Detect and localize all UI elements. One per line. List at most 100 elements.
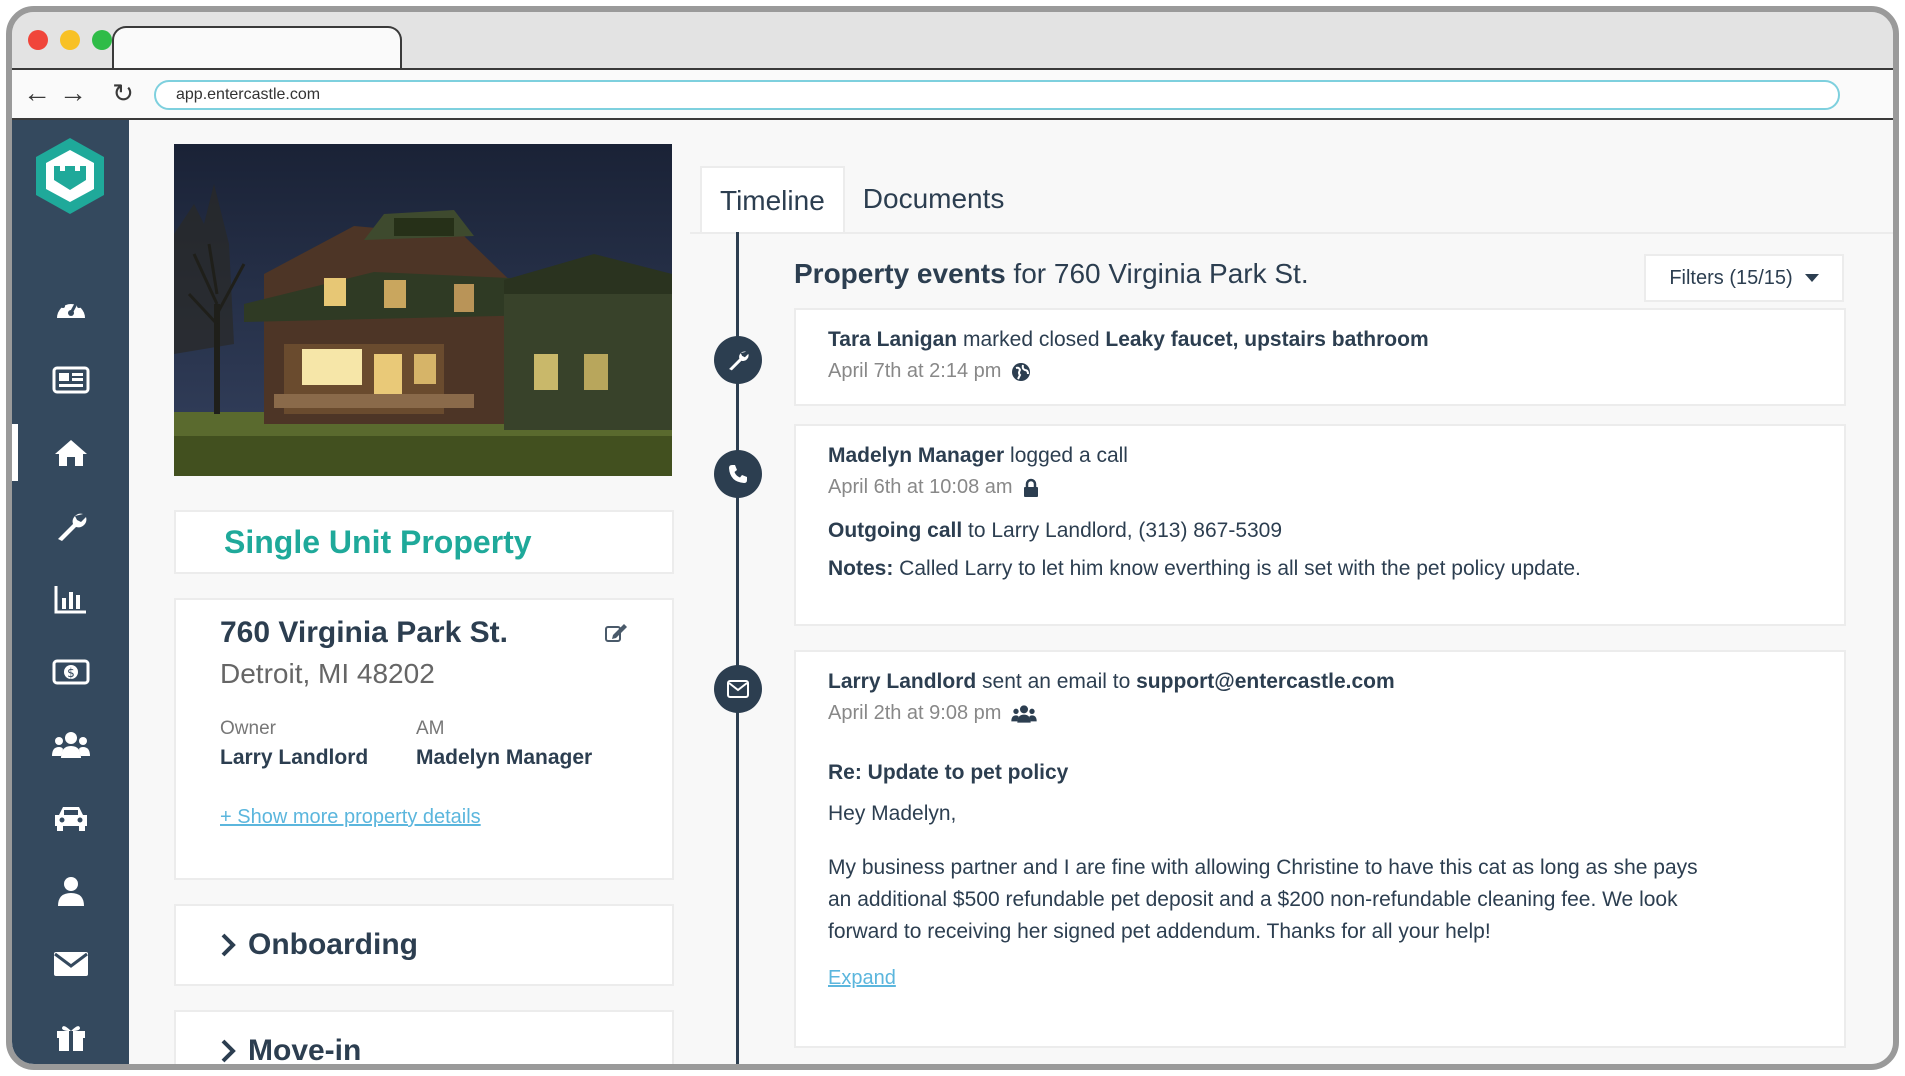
browser-toolbar: ← → ↻ app.entercastle.com <box>12 68 1893 120</box>
timeline-marker-maintenance <box>714 336 762 384</box>
lock-icon <box>1023 478 1038 497</box>
event-action: sent an email to <box>976 670 1137 693</box>
people-icon <box>1011 704 1038 723</box>
email-body-line: forward to receiving her signed pet adde… <box>828 920 1491 943</box>
notes-text: Called Larry to let him know everthing i… <box>893 557 1581 580</box>
owner-label: Owner <box>220 718 276 739</box>
sidebar-item-referrals[interactable] <box>12 1000 129 1064</box>
car-icon <box>54 806 87 831</box>
section-title: Onboarding <box>248 928 418 961</box>
caret-down-icon <box>1804 274 1819 282</box>
money-icon: $ <box>52 659 89 684</box>
reload-icon[interactable]: ↻ <box>108 78 138 108</box>
maximize-window-button[interactable] <box>92 30 112 50</box>
sidebar-item-reports[interactable] <box>12 562 129 635</box>
content-tabs: Timeline Documents <box>700 166 1022 232</box>
phone-icon <box>729 465 747 483</box>
email-subject-text: Re: Update to pet policy <box>828 761 1069 784</box>
call-recipient: to Larry Landlord, (313) 867-5309 <box>962 519 1283 542</box>
filters-dropdown[interactable]: Filters (15/15) <box>1644 254 1844 302</box>
event-meta: April 6th at 10:08 am <box>828 476 1812 499</box>
event-action: logged a call <box>1004 444 1128 467</box>
call-notes: Notes: Called Larry to let him know ever… <box>828 557 1812 581</box>
event-time: April 7th at 2:14 pm <box>828 360 1002 382</box>
owner-block: Owner Larry Landlord <box>220 718 416 770</box>
sidebar-item-account[interactable] <box>12 854 129 927</box>
email-body-line: an additional $500 refundable pet deposi… <box>828 888 1678 911</box>
event-actor[interactable]: Madelyn Manager <box>828 444 1004 467</box>
event-actor[interactable]: Tara Lanigan <box>828 328 957 351</box>
tab-documents[interactable]: Documents <box>845 166 1023 232</box>
arrow-left-icon[interactable]: ← <box>22 78 52 108</box>
email-subject: Re: Update to pet policy <box>828 761 1812 785</box>
app-area: $ Single Unit Property 760 Virginia Park… <box>12 120 1893 1064</box>
timeline-marker-email <box>714 665 762 713</box>
section-move-in[interactable]: Move-in <box>174 1010 674 1064</box>
property-street: 760 Virginia Park St. <box>220 616 508 649</box>
sidebar-item-vendors[interactable] <box>12 781 129 854</box>
property-photo <box>174 144 672 476</box>
bar-chart-icon <box>54 585 86 613</box>
edit-icon[interactable] <box>604 622 628 649</box>
sidebar-item-maintenance[interactable] <box>12 489 129 562</box>
address-card: 760 Virginia Park St. Detroit, MI 48202 … <box>174 598 674 880</box>
chevron-right-icon <box>221 1039 236 1063</box>
sidebar-item-dashboard[interactable] <box>12 270 129 343</box>
tabs-divider <box>690 232 1893 234</box>
notes-label: Notes: <box>828 557 894 580</box>
events-header: Property events for 760 Virginia Park St… <box>794 258 1309 290</box>
sidebar-item-news[interactable] <box>12 343 129 416</box>
window-controls <box>28 30 112 50</box>
event-summary: Larry Landlord sent an email to support@… <box>828 670 1812 694</box>
property-type-card: Single Unit Property <box>174 510 674 574</box>
svg-text:$: $ <box>67 666 75 680</box>
sidebar-item-properties[interactable] <box>12 416 129 489</box>
email-greeting: Hey Madelyn, <box>828 802 957 825</box>
envelope-icon <box>53 951 88 976</box>
event-card: Madelyn Manager logged a call April 6th … <box>794 424 1846 626</box>
events-header-bold: Property events <box>794 258 1006 289</box>
events-header-rest: for 760 Virginia Park St. <box>1005 258 1309 289</box>
sidebar-item-tenants[interactable] <box>12 708 129 781</box>
property-panel: Single Unit Property 760 Virginia Park S… <box>174 144 674 1064</box>
dashboard-icon <box>56 298 85 318</box>
user-icon <box>57 876 84 906</box>
people-icon <box>51 731 90 758</box>
minimize-window-button[interactable] <box>60 30 80 50</box>
tab-timeline[interactable]: Timeline <box>700 166 845 232</box>
property-people: Owner Larry Landlord AM Madelyn Manager <box>220 718 628 770</box>
expand-link[interactable]: Expand <box>828 967 896 990</box>
sidebar: $ <box>12 120 129 1064</box>
sidebar-item-payments[interactable]: $ <box>12 635 129 708</box>
event-meta: April 2th at 9:08 pm <box>828 702 1812 725</box>
property-type: Single Unit Property <box>224 524 532 560</box>
event-actor[interactable]: Larry Landlord <box>828 670 976 693</box>
sidebar-item-messages[interactable] <box>12 927 129 1000</box>
browser-tab[interactable] <box>112 26 402 70</box>
show-more-details-link[interactable]: + Show more property details <box>220 806 481 829</box>
event-time: April 2th at 9:08 pm <box>828 702 1002 724</box>
email-body-line: My business partner and I are fine with … <box>828 856 1698 879</box>
globe-icon <box>1012 362 1031 381</box>
browser-titlebar <box>12 12 1893 70</box>
section-onboarding[interactable]: Onboarding <box>174 904 674 986</box>
owner-name[interactable]: Larry Landlord <box>220 746 416 770</box>
event-target[interactable]: support@entercastle.com <box>1136 670 1395 693</box>
timeline-marker-call <box>714 450 762 498</box>
am-label: AM <box>416 718 445 739</box>
filters-label: Filters (15/15) <box>1669 266 1793 289</box>
event-meta: April 7th at 2:14 pm <box>828 360 1812 383</box>
event-card: Tara Lanigan marked closed Leaky faucet,… <box>794 308 1846 406</box>
call-details: Outgoing call to Larry Landlord, (313) 8… <box>828 519 1812 543</box>
arrow-right-icon[interactable]: → <box>58 78 88 108</box>
close-window-button[interactable] <box>28 30 48 50</box>
castle-logo[interactable] <box>34 136 106 216</box>
event-summary: Tara Lanigan marked closed Leaky faucet,… <box>828 328 1812 352</box>
url-bar[interactable]: app.entercastle.com <box>154 80 1840 110</box>
event-target[interactable]: Leaky faucet, upstairs bathroom <box>1105 328 1428 351</box>
am-name[interactable]: Madelyn Manager <box>416 746 612 770</box>
event-summary: Madelyn Manager logged a call <box>828 444 1812 468</box>
event-card: Larry Landlord sent an email to support@… <box>794 650 1846 1048</box>
newspaper-icon <box>52 366 89 393</box>
chevron-right-icon <box>221 933 236 957</box>
